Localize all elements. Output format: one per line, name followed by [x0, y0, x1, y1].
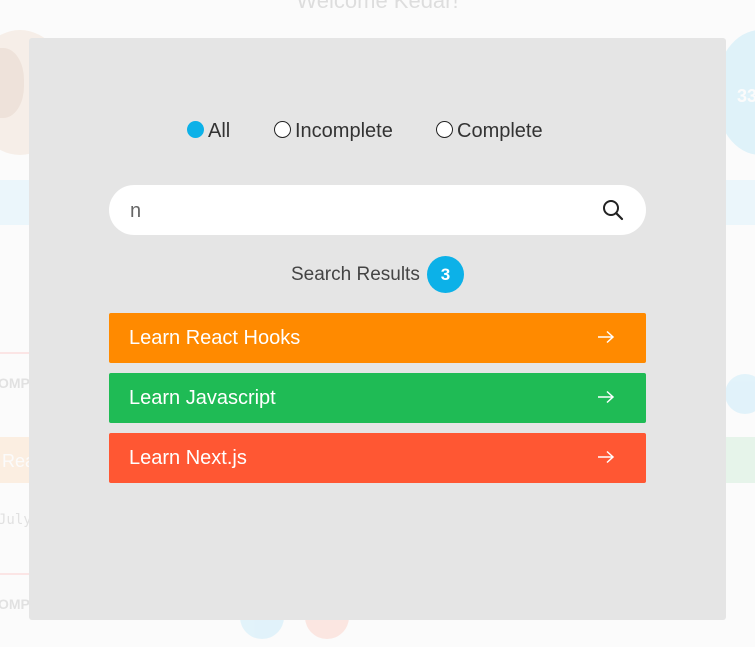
radio-indicator[interactable] [187, 121, 204, 138]
filter-complete-label: Complete [457, 120, 543, 142]
result-item-label: Learn React Hooks [129, 327, 301, 349]
search-bar [109, 185, 646, 235]
result-item-label: Learn Javascript [129, 387, 276, 409]
search-results-header: Search Results 3 [29, 256, 726, 294]
result-item[interactable]: Learn Javascript [109, 373, 646, 423]
arrow-right-icon [598, 390, 615, 404]
arrow-right-icon [598, 450, 615, 464]
welcome-heading: Welcome Kedar! [296, 0, 459, 13]
filter-incomplete-label: Incomplete [295, 120, 393, 142]
search-results-label: Search Results [291, 264, 420, 285]
result-item[interactable]: Learn Next.js [109, 433, 646, 483]
result-item[interactable]: Learn React Hooks [109, 313, 646, 363]
radio-indicator[interactable] [274, 121, 291, 138]
search-icon[interactable] [601, 198, 625, 222]
status-label: OMP [0, 375, 30, 391]
filter-all-label: All [208, 120, 231, 142]
filter-complete-radio[interactable]: Complete [436, 120, 543, 143]
edit-icon [725, 374, 755, 414]
arrow-right-icon [598, 330, 615, 344]
status-label: OMP [0, 596, 30, 612]
filter-incomplete-radio[interactable]: Incomplete [274, 120, 393, 143]
filter-all-radio[interactable]: All [187, 120, 230, 143]
search-modal: All Incomplete Complete Search Results 3… [29, 38, 726, 620]
result-item-label: Learn Next.js [129, 447, 247, 469]
results-count-badge: 3 [427, 256, 464, 293]
filter-radio-group: All Incomplete Complete [29, 120, 726, 148]
search-input[interactable] [128, 197, 592, 225]
todo-date: July [0, 512, 32, 528]
radio-indicator[interactable] [436, 121, 453, 138]
